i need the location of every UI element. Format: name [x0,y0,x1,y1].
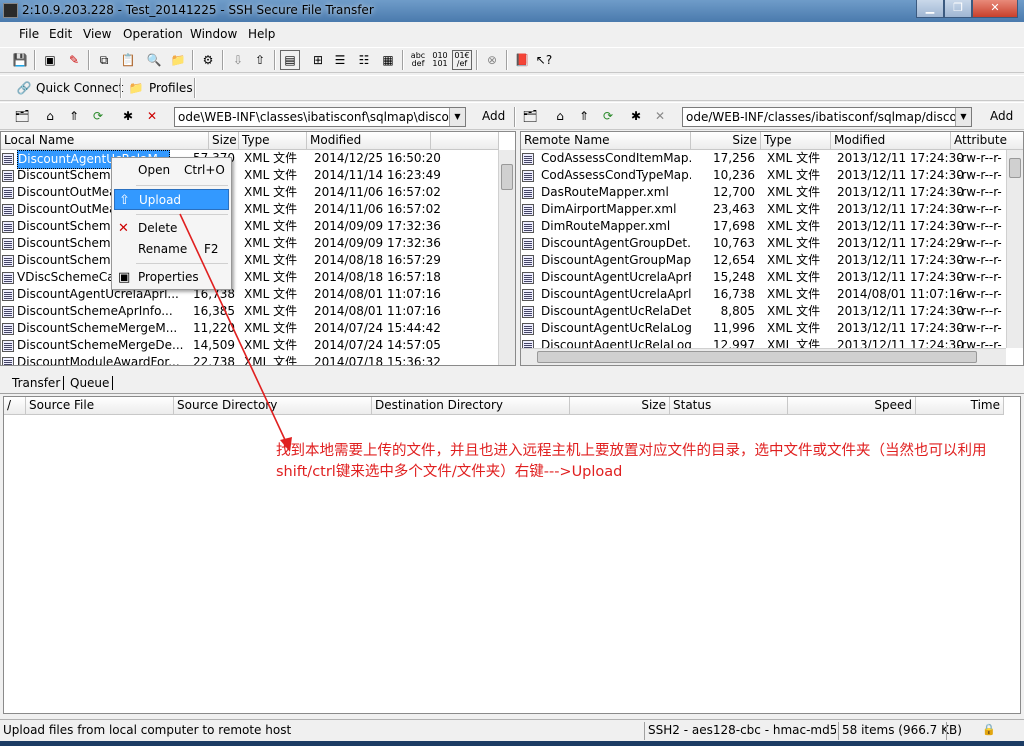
status-cipher: SSH2 - aes128-cbc - hmac-md5 - nc [648,723,836,737]
annotation-arrow [179,213,292,452]
annotation-text: 找到本地需要上传的文件，并且也进入远程主机上要放置对应文件的目录，选中文件或文件… [276,443,987,480]
secure-lock-icon: 🔒 [982,723,996,736]
status-bar: Upload files from local computer to remo… [0,719,1024,741]
status-items: 58 items (966.7 KB) [842,723,962,737]
status-message: Upload files from local computer to remo… [3,723,292,737]
taskbar [0,741,1024,746]
